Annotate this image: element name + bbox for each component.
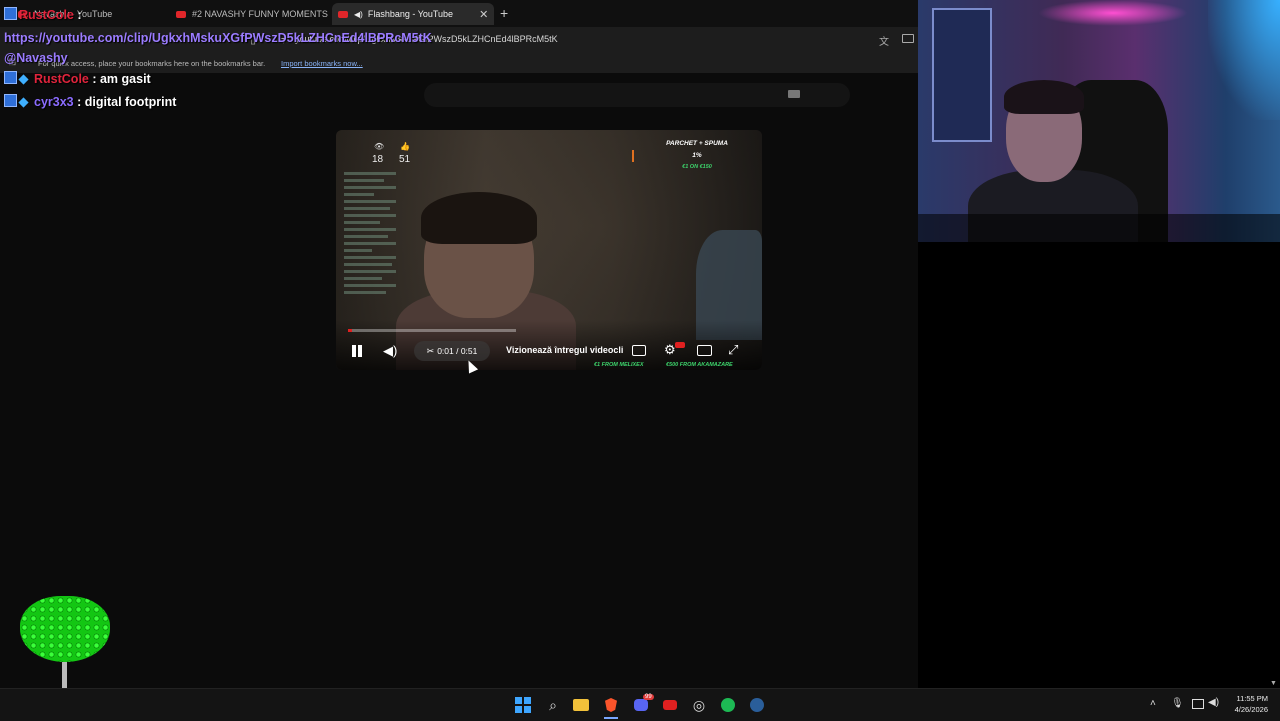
chat-user: RustCole xyxy=(19,8,74,22)
spotify-icon[interactable] xyxy=(720,697,736,713)
subtitles-icon[interactable] xyxy=(632,345,646,356)
scissors-icon: ✂ xyxy=(426,345,435,356)
tab-bar: Navashy - YouTube #2 NAVASHY FUNNY MOMEN… xyxy=(0,0,918,27)
translate-icon[interactable]: 文 xyxy=(879,33,889,48)
eye-icon: 👁 xyxy=(374,142,385,151)
gem-icon xyxy=(18,97,29,108)
new-tab-icon[interactable]: + xyxy=(500,5,508,21)
search-icon[interactable]: ⌕ xyxy=(545,697,561,713)
microphone-icon[interactable]: 🎙 xyxy=(1171,698,1184,709)
cast-icon[interactable] xyxy=(902,34,914,43)
chat-user: RustCole xyxy=(34,72,89,86)
chevron-up-icon[interactable]: ˄ xyxy=(1150,698,1156,709)
time-display: 0:01 / 0:51 xyxy=(437,346,478,356)
tab-funny-moments[interactable]: #2 NAVASHY FUNNY MOMENTS xyxy=(176,3,328,25)
overlay-chat-line: RustCole : am gasit xyxy=(4,71,151,86)
tab-label: #2 NAVASHY FUNNY MOMENTS xyxy=(192,9,328,19)
video-person-hair xyxy=(421,192,537,244)
goal-percent: 1% xyxy=(692,152,702,159)
overlay-chat-line: cyr3x3 : digital footprint xyxy=(4,94,176,109)
thumbs-up-icon: 👍 xyxy=(400,142,410,151)
tab-label: Flashbang - YouTube xyxy=(367,9,454,19)
pause-icon xyxy=(352,345,356,357)
view-count: 18 xyxy=(372,154,384,165)
notification-badge: 99 xyxy=(643,694,654,700)
volume-icon[interactable]: ◀) xyxy=(383,343,397,359)
pause-button[interactable] xyxy=(350,344,364,358)
youtube-icon xyxy=(176,10,186,18)
badge-icon xyxy=(4,7,17,20)
hd-badge xyxy=(675,342,685,348)
clip-time[interactable]: ✂ 0:01 / 0:51 xyxy=(414,341,490,361)
like-count: 51 xyxy=(399,154,411,165)
active-app-indicator xyxy=(604,717,618,719)
webcam-feed xyxy=(918,0,1280,242)
video-stream-chat xyxy=(344,168,404,338)
chat-message: am gasit xyxy=(99,72,151,86)
taskbar: ⌕ ◎ xyxy=(0,688,1280,721)
obs-icon[interactable]: ◎ xyxy=(691,697,707,713)
overlay-chat-line: RustCole : xyxy=(4,7,82,22)
overlay-chat-url: https://youtube.com/clip/UgkxhMskuXGfPWs… xyxy=(4,31,432,65)
youtube-search-input[interactable] xyxy=(424,83,850,107)
webcam-window xyxy=(932,8,992,142)
badge-icon xyxy=(4,71,17,84)
donation-label: €500 FROM AKAMAZARE xyxy=(666,362,733,368)
progress-fill xyxy=(348,329,352,332)
goal-bar xyxy=(632,150,634,162)
brave-browser-icon[interactable] xyxy=(603,697,619,713)
youtube-app-icon[interactable] xyxy=(662,697,678,713)
goal-title: PARCHET + SPUMA xyxy=(666,140,728,147)
video-player[interactable]: 👁 18 👍 51 PARCHET + SPUMA 1% €1 ON €150 … xyxy=(336,130,762,370)
volume-icon[interactable]: ◀) xyxy=(1208,697,1219,708)
steam-icon[interactable] xyxy=(749,697,765,713)
youtube-icon xyxy=(338,10,348,18)
clock-time[interactable]: 11:55 PM xyxy=(1226,694,1268,703)
goal-amount: €1 ON €150 xyxy=(682,164,712,170)
chevron-down-icon: ▼ xyxy=(1270,680,1277,687)
progress-bar[interactable] xyxy=(348,329,516,332)
clock-date[interactable]: 4/26/2026 xyxy=(1226,705,1268,714)
windows-start-icon[interactable] xyxy=(515,697,531,713)
theater-mode-icon[interactable] xyxy=(697,345,712,356)
file-explorer-icon[interactable] xyxy=(573,697,589,713)
gem-icon xyxy=(18,74,29,85)
watch-full-video-button[interactable]: Vizionează întregul videocli xyxy=(506,345,623,355)
fullscreen-icon[interactable]: ⤢ xyxy=(728,342,738,358)
donation-label: €1 FROM MELIXEX xyxy=(594,362,644,368)
import-bookmarks-link[interactable]: Import bookmarks now... xyxy=(281,59,363,68)
network-icon[interactable] xyxy=(1192,699,1204,709)
gear-icon[interactable]: ⚙ xyxy=(664,342,676,358)
keyboard-icon[interactable] xyxy=(788,90,800,98)
badge-icon xyxy=(4,94,17,107)
tab-flashbang[interactable]: ◀) Flashbang - YouTube ✕ xyxy=(332,3,495,25)
chat-message: digital footprint xyxy=(84,95,177,109)
close-icon[interactable]: ✕ xyxy=(479,8,488,21)
chat-user: cyr3x3 xyxy=(34,95,74,109)
speaker-icon[interactable]: ◀) xyxy=(354,10,363,19)
